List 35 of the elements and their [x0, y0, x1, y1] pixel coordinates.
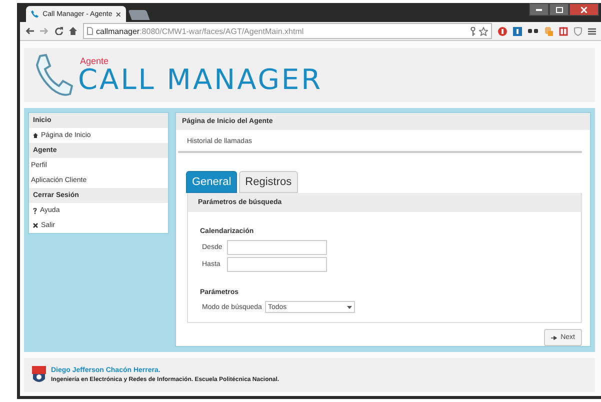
phone-icon [31, 10, 39, 18]
home-icon [33, 133, 38, 138]
address-bar[interactable]: callmanager:8080/CMW1-war/faces/AGT/AgentMain.xhtml [83, 23, 492, 40]
new-tab-button[interactable] [128, 10, 150, 20]
menu-icon[interactable] [588, 28, 596, 35]
minimize-icon [536, 8, 542, 10]
home-icon[interactable] [69, 27, 77, 36]
maximize-icon [556, 6, 562, 12]
close-icon [33, 223, 38, 228]
help-icon [33, 208, 37, 214]
url-text: callmanager:8080/CMW1-war/faces/AGT/AgentMain.xhtml [96, 26, 304, 36]
tab[interactable]: General [186, 171, 238, 193]
telephone-handset-icon [34, 53, 74, 97]
date-input-field[interactable] [227, 240, 327, 255]
shield-icon[interactable] [574, 26, 582, 36]
subtitle: Agente [80, 56, 110, 66]
caret-icon [346, 306, 352, 308]
tab[interactable]: Registros [239, 171, 298, 193]
close-button[interactable] [569, 3, 599, 16]
close-icon[interactable] [116, 12, 121, 17]
crest-icon [32, 366, 46, 384]
stop-sign-icon[interactable] [498, 26, 507, 36]
key-icon[interactable] [470, 26, 476, 36]
close-icon [581, 6, 587, 12]
back-icon[interactable] [25, 27, 34, 36]
minimize-button[interactable] [529, 3, 549, 16]
arrow-right-icon [550, 336, 557, 340]
page-icon [87, 27, 93, 36]
app-logo-title: CALL MANAGER [78, 66, 323, 94]
maximize-button[interactable] [549, 3, 569, 16]
reload-icon[interactable] [55, 27, 63, 36]
extension-icon[interactable] [513, 26, 522, 36]
star-icon[interactable] [479, 26, 488, 36]
glasses-icon[interactable] [528, 28, 538, 34]
date-input-field[interactable] [227, 257, 327, 272]
